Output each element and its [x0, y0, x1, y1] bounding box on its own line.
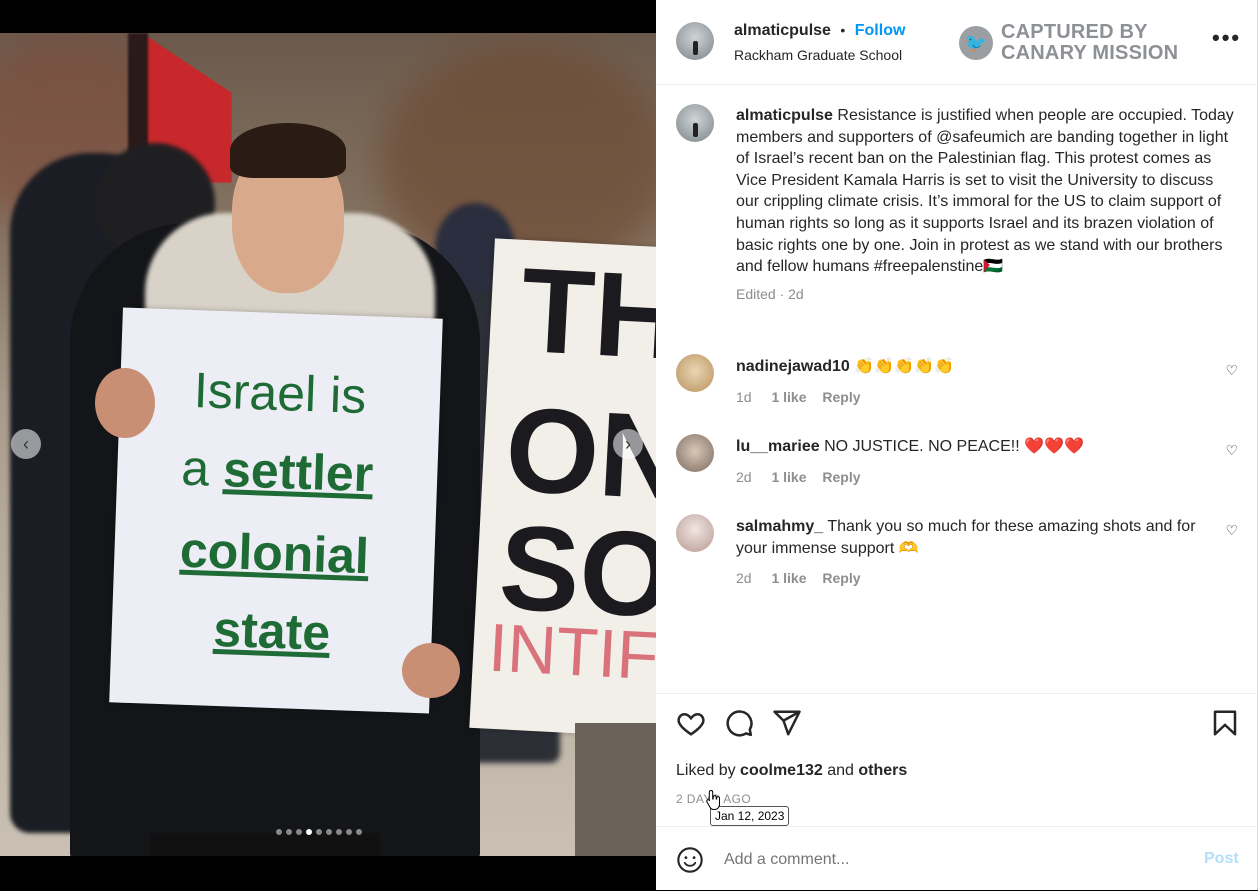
comment-age[interactable]: 2d	[736, 570, 752, 586]
sign-line-1: Israel is	[193, 362, 368, 425]
side-sign-line-4: INTIF	[486, 609, 656, 695]
sign-line-4: state	[212, 600, 332, 661]
avatar[interactable]	[676, 354, 714, 392]
reply-button[interactable]: Reply	[822, 469, 860, 485]
hand-cursor-icon	[706, 789, 720, 810]
liked-by-prefix: Liked by	[676, 762, 736, 779]
liked-by-others[interactable]: others	[858, 762, 907, 779]
comment-age[interactable]: 1d	[736, 389, 752, 405]
avatar[interactable]	[676, 514, 714, 552]
avatar[interactable]	[676, 104, 714, 142]
protest-sign: Israel is a settler colonial state	[109, 307, 443, 714]
follow-button[interactable]: Follow	[855, 22, 906, 39]
caption-text: Resistance is justified when people are …	[736, 107, 1234, 276]
comment-likes[interactable]: 1 like	[771, 469, 806, 485]
comment-text: 👏👏👏👏👏	[854, 358, 954, 375]
watermark-line-1: CAPTURED BY	[1001, 21, 1148, 43]
canary-bird-icon: 🐦	[959, 26, 993, 60]
comment-item: lu__mariee NO JUSTICE. NO PEACE!! ❤️❤️❤️…	[656, 434, 1256, 494]
side-sign-line-1: TH	[517, 242, 656, 386]
heart-icon[interactable]: ♡	[1225, 442, 1238, 459]
comment-likes[interactable]: 1 like	[771, 570, 806, 586]
caption-meta: Edited · 2d	[736, 285, 804, 302]
comment-input[interactable]	[722, 847, 1166, 873]
liked-by: Liked by coolme132 and others	[676, 762, 907, 780]
side-protest-sign: TH ON SO INTIF	[469, 238, 656, 738]
comment-bar: Post	[656, 826, 1256, 891]
carousel-dot[interactable]	[356, 829, 362, 835]
liked-by-and: and	[827, 762, 854, 779]
chevron-left-icon[interactable]: ‹	[11, 429, 41, 459]
chevron-right-icon[interactable]: ›	[613, 429, 643, 459]
more-horizontal-icon[interactable]: •••	[1212, 27, 1241, 49]
heart-icon[interactable]	[676, 708, 706, 738]
comment-age[interactable]: 2d	[736, 469, 752, 485]
avatar[interactable]	[676, 434, 714, 472]
comment-item: salmahmy_ Thank you so much for these am…	[656, 514, 1256, 594]
comment-username[interactable]: lu__mariee	[736, 438, 820, 455]
avatar[interactable]	[676, 22, 714, 60]
reply-button[interactable]: Reply	[822, 389, 860, 405]
caption-username[interactable]: almaticpulse	[736, 107, 833, 124]
carousel-dot[interactable]	[326, 829, 332, 835]
palestine-flag-emoji: 🇵🇸	[983, 258, 1004, 276]
post-header: almaticpulse • Follow Rackham Graduate S…	[656, 0, 1256, 85]
liked-by-user[interactable]: coolme132	[740, 762, 823, 779]
post-details-panel: almaticpulse • Follow Rackham Graduate S…	[656, 0, 1258, 890]
sign-line-3: colonial	[179, 521, 370, 585]
comment-text: NO JUSTICE. NO PEACE!! ❤️❤️❤️	[824, 438, 1084, 455]
header-separator: •	[840, 22, 846, 38]
caption: almaticpulse Resistance is justified whe…	[736, 105, 1236, 302]
comment-likes[interactable]: 1 like	[771, 389, 806, 405]
post-button[interactable]: Post	[1204, 850, 1239, 868]
sign-line-2: a settler	[180, 439, 375, 503]
carousel-dot[interactable]	[336, 829, 342, 835]
comment-icon[interactable]	[724, 708, 754, 738]
carousel-dot[interactable]	[296, 829, 302, 835]
heart-icon[interactable]: ♡	[1225, 522, 1238, 539]
bookmark-icon[interactable]	[1210, 708, 1240, 738]
carousel-dot[interactable]	[316, 829, 322, 835]
carousel-dot[interactable]	[306, 829, 312, 835]
post-media: Israel is a settler colonial state TH ON…	[0, 0, 656, 890]
smiley-icon[interactable]	[676, 846, 704, 874]
location[interactable]: Rackham Graduate School	[734, 47, 902, 63]
carousel-dot[interactable]	[276, 829, 282, 835]
reply-button[interactable]: Reply	[822, 570, 860, 586]
header-user-row: almaticpulse • Follow	[734, 22, 905, 40]
watermark-line-2: CANARY MISSION	[1001, 42, 1179, 64]
actions-bar: Liked by coolme132 and others 2 DAYS AGO…	[656, 693, 1256, 828]
comment-item: nadinejawad10 👏👏👏👏👏 1d 1 like Reply ♡	[656, 354, 1256, 414]
send-icon[interactable]	[772, 708, 802, 738]
comment-username[interactable]: salmahmy_	[736, 518, 823, 535]
post-photo: Israel is a settler colonial state TH ON…	[0, 33, 656, 856]
carousel-dots	[276, 829, 362, 835]
carousel-dot[interactable]	[286, 829, 292, 835]
canary-mission-watermark: 🐦 CAPTURED BY CANARY MISSION	[959, 22, 1178, 64]
carousel-dot[interactable]	[346, 829, 352, 835]
heart-icon[interactable]: ♡	[1225, 362, 1238, 379]
header-username[interactable]: almaticpulse	[734, 22, 831, 39]
comment-username[interactable]: nadinejawad10	[736, 358, 850, 375]
